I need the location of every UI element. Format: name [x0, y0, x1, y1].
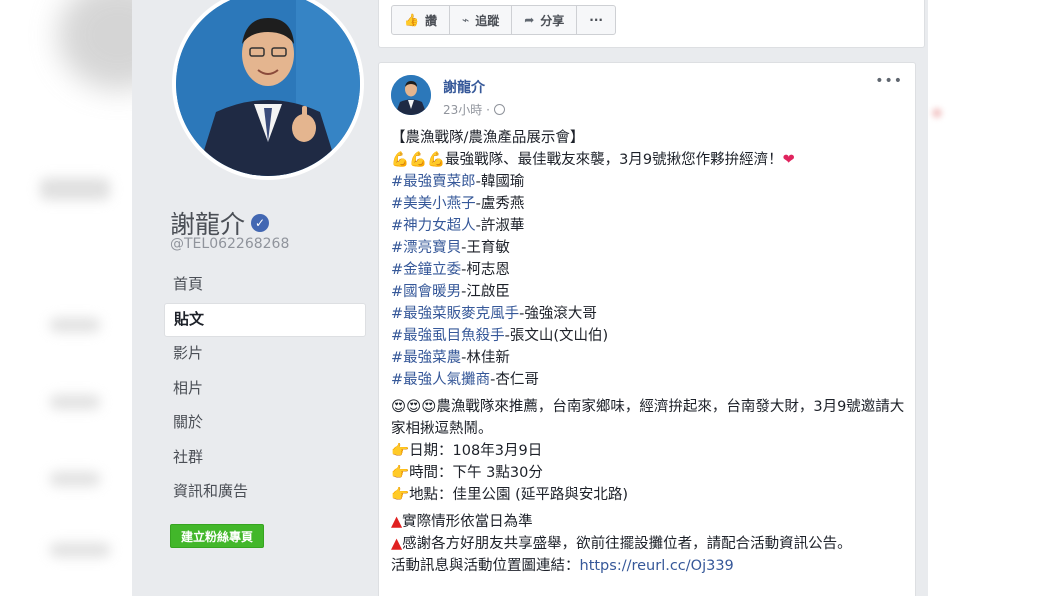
- post-options-button[interactable]: •••: [875, 73, 903, 89]
- follow-button[interactable]: ⌁ 追蹤: [450, 6, 513, 34]
- follow-label: 追蹤: [475, 13, 500, 28]
- hashtag-link[interactable]: #最強人氣攤商: [391, 372, 490, 388]
- hashtag-link[interactable]: #最強菜農: [391, 350, 461, 366]
- member-name: -盧秀燕: [475, 196, 525, 212]
- event-date-text: 日期：108年3月9日: [409, 443, 543, 459]
- post-promo-text: 農漁戰隊來推薦，台南家鄉味，經濟拚起來，台南發大財，3月9號邀請大家相揪逗熱鬧。: [391, 399, 905, 437]
- nav-item-posts[interactable]: 貼文: [164, 302, 366, 337]
- member-line: #最強菜販麥克風手-強強滾大哥: [391, 303, 911, 325]
- member-name: -杏仁哥: [490, 372, 539, 388]
- red-triangle-icon: ▲: [391, 514, 403, 530]
- member-line: #金鐘立委-柯志恩: [391, 259, 911, 281]
- page-handle: @TEL062268268: [170, 236, 290, 252]
- post-avatar-illustration: [391, 75, 431, 115]
- member-line: #漂亮寶貝-王育敏: [391, 237, 911, 259]
- post-timestamp[interactable]: 23小時 ·: [443, 101, 490, 118]
- globe-icon: [493, 104, 505, 115]
- flexed-biceps-icon: 💪💪💪: [391, 152, 446, 168]
- red-triangle-icon: ▲: [391, 536, 403, 552]
- post-intro-text: 最強戰隊、最佳戰友來襲，3月9號揪您作夥拚經濟！: [445, 152, 783, 168]
- post-body: 【農漁戰隊/農漁產品展示會】 💪💪💪最強戰隊、最佳戰友來襲，3月9號揪您作夥拚經…: [391, 127, 911, 577]
- member-line: #最強賣菜郎-韓國瑜: [391, 171, 911, 193]
- nav-item-home[interactable]: 首頁: [164, 268, 366, 303]
- create-page-button[interactable]: 建立粉絲專頁: [170, 524, 265, 548]
- profile-photo-illustration: [176, 0, 360, 176]
- member-line: #國會暖男-江啟臣: [391, 281, 911, 303]
- member-name: -江啟臣: [461, 284, 510, 300]
- member-line: #最強人氣攤商-杏仁哥: [391, 369, 911, 391]
- pointing-hand-icon: 👉: [391, 443, 410, 459]
- share-button[interactable]: ➦ 分享: [512, 6, 578, 34]
- note-line: ▲實際情形依當日為準: [391, 511, 911, 533]
- nav-item-photos[interactable]: 相片: [164, 372, 366, 407]
- hashtag-link[interactable]: #最強賣菜郎: [391, 174, 476, 190]
- heart-icon: ❤: [782, 152, 795, 168]
- rss-icon: ⌁: [461, 13, 470, 27]
- member-name: -林佳新: [461, 350, 510, 366]
- page-action-bar: 👍 讚 ⌁ 追蹤 ➦ 分享 ···: [391, 5, 616, 35]
- pointing-hand-icon: 👉: [391, 487, 410, 503]
- event-location: 👉地點：佳里公園 (延平路與安北路): [391, 484, 911, 506]
- hashtag-link[interactable]: #國會暖男: [391, 284, 461, 300]
- post-promo: 😍😍😍農漁戰隊來推薦，台南家鄉味，經濟拚起來，台南發大財，3月9號邀請大家相揪逗…: [391, 396, 911, 440]
- post-author-avatar[interactable]: [391, 75, 431, 115]
- member-line: #神力女超人-許淑華: [391, 215, 911, 237]
- event-location-text: 地點：佳里公園 (延平路與安北路): [409, 487, 628, 503]
- hashtag-link[interactable]: #金鐘立委: [391, 262, 461, 278]
- post-title: 【農漁戰隊/農漁產品展示會】: [391, 130, 585, 146]
- profile-picture[interactable]: [172, 0, 364, 180]
- nav-item-about[interactable]: 關於: [164, 406, 366, 441]
- page-sidebar: 謝龍介 ✓ @TEL062268268 首頁 貼文 影片 相片 關於 社群 資訊…: [132, 0, 372, 596]
- hashtag-link[interactable]: #最強虱目魚殺手: [391, 328, 505, 344]
- event-link-line: 活動訊息與活動位置圖連結：https://reurl.cc/Oj339: [391, 555, 911, 577]
- event-date: 👉日期：108年3月9日: [391, 440, 911, 462]
- member-name: -王育敏: [461, 240, 510, 256]
- member-name: -張文山(文山伯): [504, 328, 609, 344]
- note-line: ▲感謝各方好朋友共享盛舉，欲前往擺設攤位者，請配合活動資訊公告。: [391, 533, 911, 555]
- nav-item-community[interactable]: 社群: [164, 441, 366, 476]
- post-intro: 💪💪💪最強戰隊、最佳戰友來襲，3月9號揪您作夥拚經濟！❤: [391, 149, 911, 171]
- like-button[interactable]: 👍 讚: [392, 6, 450, 34]
- verified-badge-icon: ✓: [251, 214, 270, 232]
- blurred-background-left: [0, 0, 132, 596]
- more-label: ···: [589, 13, 603, 27]
- member-name: -柯志恩: [461, 262, 510, 278]
- member-line: #最強菜農-林佳新: [391, 347, 911, 369]
- thumbs-up-icon: 👍: [404, 13, 419, 27]
- member-name: -韓國瑜: [475, 174, 525, 190]
- post-card: 謝龍介 23小時 · ••• 【農漁戰隊/農漁產品展示會】 💪💪💪最強戰隊、最佳…: [378, 62, 916, 596]
- post-meta: 23小時 ·: [443, 101, 505, 118]
- event-link-label: 活動訊息與活動位置圖連結：: [391, 558, 580, 574]
- heart-eyes-icon: 😍😍😍: [391, 399, 437, 415]
- hashtag-link[interactable]: #美美小燕子: [391, 196, 476, 212]
- note-text: 感謝各方好朋友共享盛舉，欲前往擺設攤位者，請配合活動資訊公告。: [402, 536, 852, 552]
- event-link[interactable]: https://reurl.cc/Oj339: [580, 558, 734, 574]
- facebook-page: 謝龍介 ✓ @TEL062268268 首頁 貼文 影片 相片 關於 社群 資訊…: [132, 0, 928, 596]
- member-name: -強強滾大哥: [519, 306, 597, 322]
- event-time-text: 時間：下午 3點30分: [409, 465, 543, 481]
- event-time: 👉時間：下午 3點30分: [391, 462, 911, 484]
- note-text: 實際情形依當日為準: [402, 514, 533, 530]
- like-label: 讚: [424, 13, 437, 28]
- hashtag-link[interactable]: #最強菜販麥克風手: [391, 306, 519, 322]
- page-nav: 首頁 貼文 影片 相片 關於 社群 資訊和廣告: [164, 268, 366, 510]
- pointing-hand-icon: 👉: [391, 465, 410, 481]
- nav-item-info-and-ads[interactable]: 資訊和廣告: [164, 475, 366, 510]
- hashtag-link[interactable]: #神力女超人: [391, 218, 476, 234]
- share-label: 分享: [540, 13, 565, 28]
- share-arrow-icon: ➦: [524, 13, 535, 27]
- member-name: -許淑華: [475, 218, 525, 234]
- page-action-card: 👍 讚 ⌁ 追蹤 ➦ 分享 ···: [378, 0, 925, 48]
- post-author-name[interactable]: 謝龍介: [443, 77, 485, 97]
- member-line: #最強虱目魚殺手-張文山(文山伯): [391, 325, 911, 347]
- nav-item-videos[interactable]: 影片: [164, 337, 366, 372]
- member-line: #美美小燕子-盧秀燕: [391, 193, 911, 215]
- more-actions-button[interactable]: ···: [577, 6, 615, 34]
- hashtag-link[interactable]: #漂亮寶貝: [391, 240, 461, 256]
- member-list: #最強賣菜郎-韓國瑜 #美美小燕子-盧秀燕 #神力女超人-許淑華 #漂亮寶貝-王…: [391, 171, 911, 391]
- blurred-background-right: [928, 0, 1060, 596]
